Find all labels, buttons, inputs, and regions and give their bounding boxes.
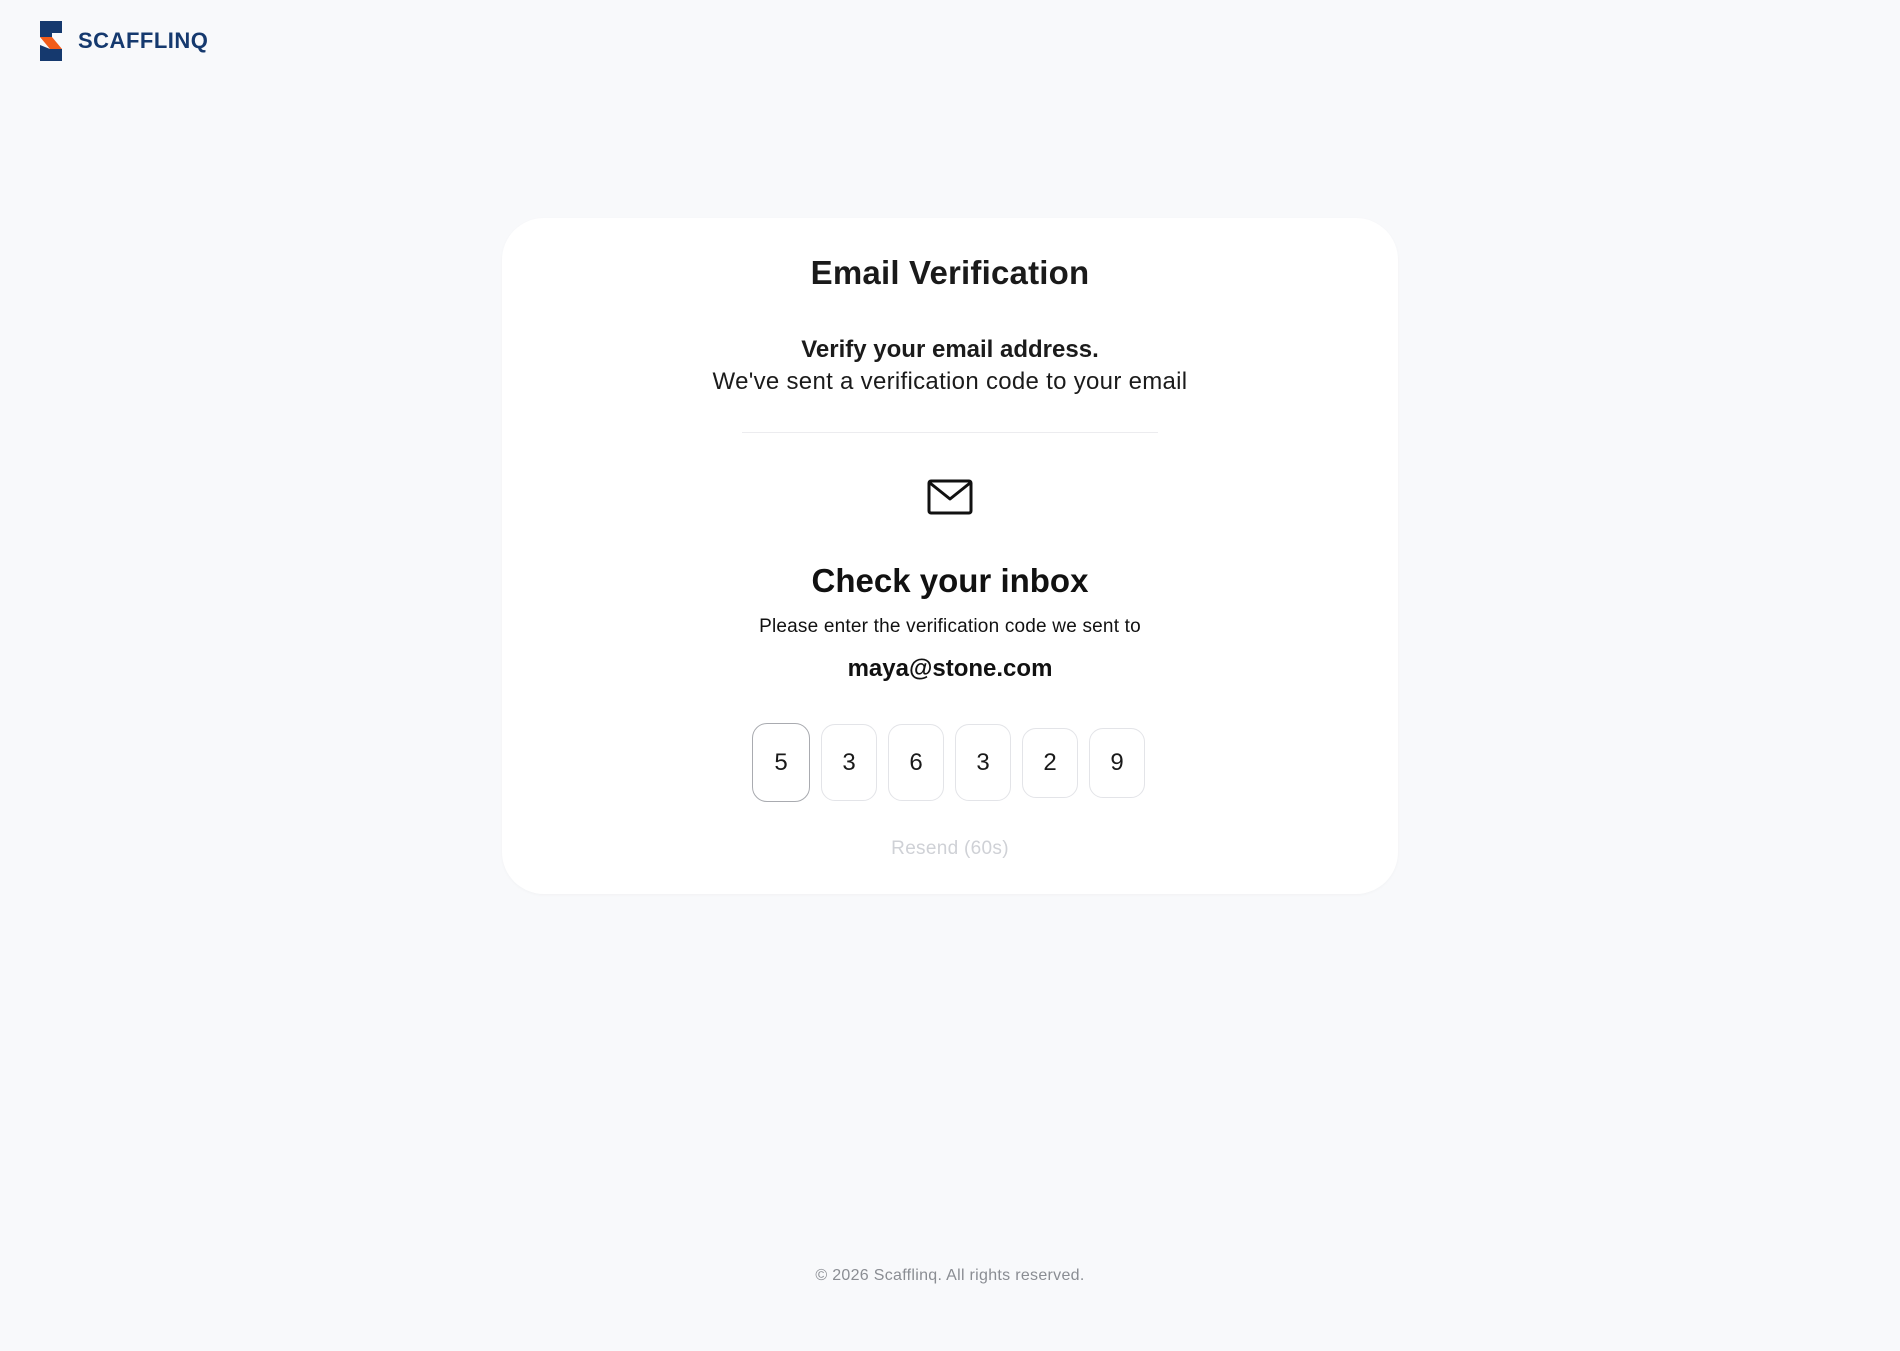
brand-name: SCAFFLINQ bbox=[78, 28, 209, 53]
mail-icon bbox=[927, 479, 973, 515]
otp-digit-2[interactable]: 3 bbox=[821, 724, 877, 801]
otp-digit-6[interactable]: 9 bbox=[1089, 727, 1145, 798]
scafflinq-logo-icon bbox=[40, 21, 62, 61]
verify-heading: Verify your email address. bbox=[801, 336, 1099, 363]
otp-digit-5[interactable]: 2 bbox=[1022, 727, 1078, 798]
otp-input-group: 5 3 6 3 2 9 bbox=[752, 723, 1145, 802]
resend-button[interactable]: Resend (60s) bbox=[502, 838, 1398, 860]
footer-copyright: © 2026 Scafflinq. All rights reserved. bbox=[815, 1267, 1085, 1284]
otp-digit-4[interactable]: 3 bbox=[955, 724, 1011, 801]
inbox-instruction: Please enter the verification code we se… bbox=[759, 616, 1141, 637]
recipient-email: maya@stone.com bbox=[847, 655, 1053, 682]
divider bbox=[742, 432, 1158, 433]
verification-card: Email Verification Verify your email add… bbox=[502, 218, 1398, 894]
verify-description: We've sent a verification code to your e… bbox=[712, 368, 1188, 395]
page-title: Email Verification bbox=[810, 254, 1090, 291]
otp-digit-3[interactable]: 6 bbox=[888, 724, 944, 801]
inbox-title: Check your inbox bbox=[811, 562, 1089, 599]
otp-digit-1[interactable]: 5 bbox=[752, 723, 810, 802]
brand-logo[interactable]: SCAFFLINQ bbox=[36, 18, 208, 64]
